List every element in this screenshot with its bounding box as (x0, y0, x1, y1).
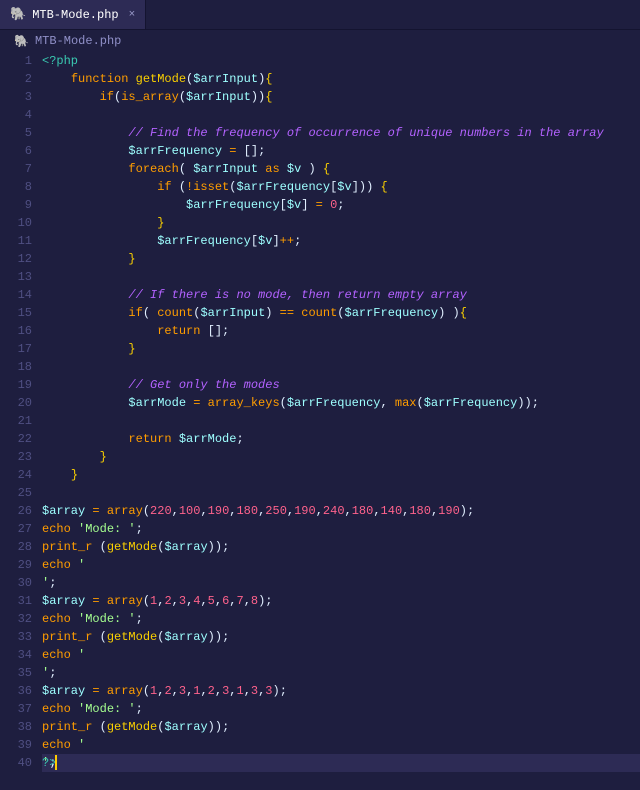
tab-filename: MTB-Mode.php (32, 8, 118, 22)
code-line[interactable] (42, 484, 640, 502)
gutter: 1234567891011121314151617181920212223242… (0, 52, 42, 790)
code-area[interactable]: <?php function getMode($arrInput){ if(is… (42, 52, 640, 790)
code-line[interactable]: } (42, 466, 640, 484)
code-line[interactable]: print_r (getMode($array)); (42, 538, 640, 556)
code-line[interactable] (42, 358, 640, 376)
code-line[interactable]: ?> (42, 754, 640, 772)
code-line[interactable]: foreach( $arrInput as $v ) { (42, 160, 640, 178)
code-line[interactable]: // Find the frequency of occurrence of u… (42, 124, 640, 142)
code-line[interactable]: return $arrMode; (42, 430, 640, 448)
code-line[interactable]: $array = array(1,2,3,4,5,6,7,8); (42, 592, 640, 610)
code-line[interactable]: function getMode($arrInput){ (42, 70, 640, 88)
code-line[interactable] (42, 412, 640, 430)
code-line[interactable]: // If there is no mode, then return empt… (42, 286, 640, 304)
tab-active[interactable]: 🐘 MTB-Mode.php × (0, 0, 146, 29)
code-line[interactable]: if( count($arrInput) == count($arrFreque… (42, 304, 640, 322)
code-line[interactable]: } (42, 448, 640, 466)
code-line[interactable]: } (42, 250, 640, 268)
code-line[interactable]: echo ' '; (42, 646, 640, 664)
code-line[interactable]: $arrMode = array_keys($arrFrequency, max… (42, 394, 640, 412)
code-line[interactable]: $array = array(1,2,3,1,2,3,1,3,3); (42, 682, 640, 700)
code-line[interactable]: $arrFrequency[$v] = 0; (42, 196, 640, 214)
code-line[interactable]: echo 'Mode: '; (42, 520, 640, 538)
code-line[interactable]: $arrFrequency[$v]++; (42, 232, 640, 250)
php-icon: 🐘 (14, 34, 29, 49)
code-line[interactable]: return []; (42, 322, 640, 340)
code-line[interactable]: if (!isset($arrFrequency[$v])) { (42, 178, 640, 196)
close-icon[interactable]: × (129, 9, 136, 21)
code-line[interactable] (42, 106, 640, 124)
code-line[interactable]: echo ' '; (42, 736, 640, 754)
code-line[interactable]: } (42, 340, 640, 358)
code-line[interactable] (42, 574, 640, 592)
editor[interactable]: 1234567891011121314151617181920212223242… (0, 52, 640, 790)
code-line[interactable]: echo 'Mode: '; (42, 700, 640, 718)
code-line[interactable]: print_r (getMode($array)); (42, 628, 640, 646)
code-line[interactable]: $arrFrequency = []; (42, 142, 640, 160)
tab-bar: 🐘 MTB-Mode.php × (0, 0, 640, 30)
code-line[interactable]: print_r (getMode($array)); (42, 718, 640, 736)
php-icon: 🐘 (10, 7, 26, 22)
code-line[interactable]: // Get only the modes (42, 376, 640, 394)
code-line[interactable] (42, 268, 640, 286)
code-line[interactable]: if(is_array($arrInput)){ (42, 88, 640, 106)
code-line[interactable] (42, 664, 640, 682)
code-line[interactable]: <?php (42, 52, 640, 70)
breadcrumb-filename[interactable]: MTB-Mode.php (35, 34, 121, 48)
breadcrumb: 🐘 MTB-Mode.php (0, 30, 640, 52)
code-line[interactable]: echo 'Mode: '; (42, 610, 640, 628)
code-line[interactable]: $array = array(220,100,190,180,250,190,2… (42, 502, 640, 520)
code-line[interactable]: echo ' '; (42, 556, 640, 574)
code-line[interactable]: } (42, 214, 640, 232)
